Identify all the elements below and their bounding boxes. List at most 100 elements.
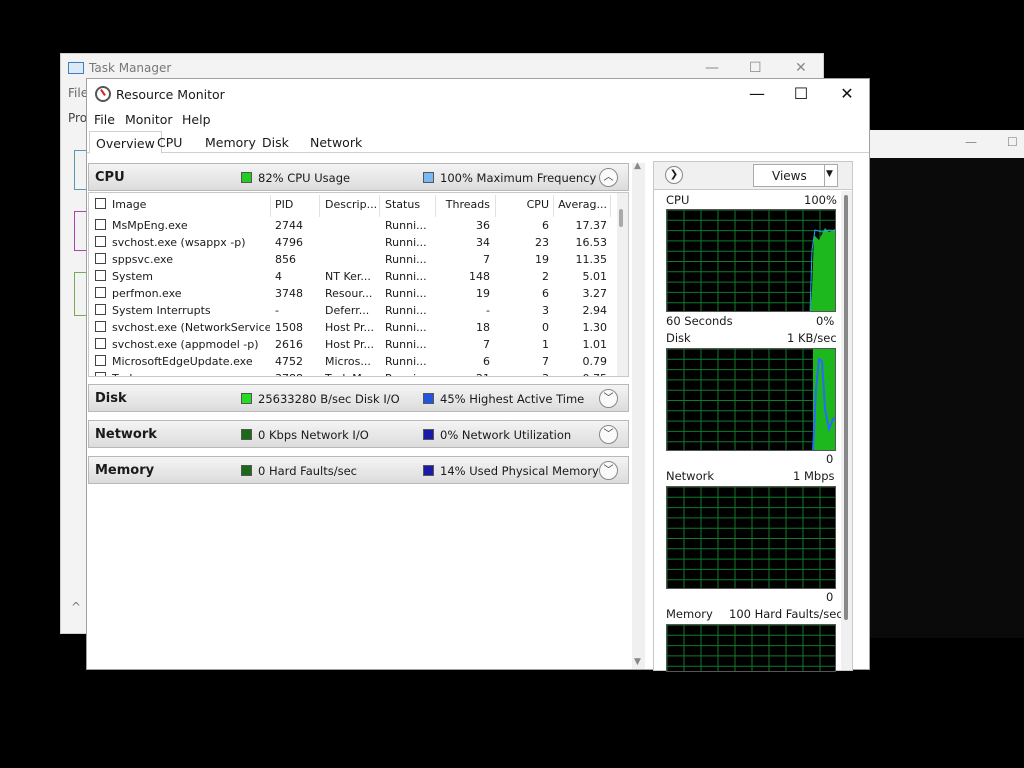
minimize-icon[interactable]: — <box>965 135 977 149</box>
collapse-chevron-icon[interactable]: ︿ <box>599 168 618 187</box>
row-checkbox[interactable] <box>95 270 106 281</box>
active-time-text: 45% Highest Active Time <box>440 392 585 406</box>
graph-pane-scrollbar[interactable] <box>841 191 852 670</box>
table-scrollbar[interactable] <box>617 193 628 376</box>
tab-disk[interactable]: Disk <box>262 135 289 150</box>
cell-image: svchost.exe (wsappx -p) <box>112 236 246 249</box>
physical-memory-swatch <box>423 465 434 476</box>
table-row[interactable]: MicrosoftEdgeUpdate.exe 4752 Micros... Runn… <box>89 353 619 370</box>
maximize-button[interactable]: ☐ <box>781 83 821 105</box>
table-row[interactable]: Taskmgr.exe 3788 Task M... Runni... 21 3 0.75 <box>89 370 619 376</box>
menu-help[interactable]: Help <box>182 112 211 127</box>
menu-file[interactable]: File <box>94 112 115 127</box>
table-row[interactable]: System Interrupts - Deferr... Runni... - 3 2.9… <box>89 302 619 319</box>
select-all-checkbox[interactable] <box>95 198 106 209</box>
row-checkbox[interactable] <box>95 304 106 315</box>
graph-grid <box>667 625 835 671</box>
row-checkbox[interactable] <box>95 287 106 298</box>
cell-image: System Interrupts <box>112 304 211 317</box>
disk-io-text: 25633280 B/sec Disk I/O <box>258 392 400 406</box>
row-checkbox[interactable] <box>95 355 106 366</box>
tab-cpu[interactable]: CPU <box>157 135 182 150</box>
close-button[interactable]: ✕ <box>827 83 867 105</box>
disk-section-header[interactable]: Disk 25633280 B/sec Disk I/O 45% Highest… <box>88 384 629 412</box>
views-dropdown[interactable]: Views ▼ <box>753 164 838 187</box>
cell-pid: 3788 <box>275 372 317 376</box>
tab-memory[interactable]: Memory <box>205 135 256 150</box>
memory-section-header[interactable]: Memory 0 Hard Faults/sec 14% Used Physic… <box>88 456 629 484</box>
row-checkbox[interactable] <box>95 253 106 264</box>
cpu-graph-time: 60 Seconds <box>666 314 733 328</box>
menu-monitor[interactable]: Monitor <box>125 112 173 127</box>
row-checkbox[interactable] <box>95 219 106 230</box>
expand-chevron-icon[interactable]: ﹀ <box>599 425 618 444</box>
cell-average: 5.01 <box>582 270 608 283</box>
cell-status: Runni... <box>385 338 427 351</box>
row-checkbox[interactable] <box>95 372 106 376</box>
table-row[interactable]: perfmon.exe 3748 Resour... Runni... 19 6 3.27 <box>89 285 619 302</box>
row-checkbox[interactable] <box>95 338 106 349</box>
task-manager-tab[interactable]: Pro <box>68 111 87 125</box>
scroll-up-icon[interactable]: ▲ <box>634 161 641 171</box>
cpu-graph-label: CPU <box>666 193 690 207</box>
maximize-icon[interactable]: ☐ <box>749 60 762 76</box>
column-header-description[interactable]: Descrip... <box>325 198 377 211</box>
scrollbar-thumb[interactable] <box>619 209 623 227</box>
cell-average: 1.01 <box>582 338 608 351</box>
cell-threads: 7 <box>483 338 490 351</box>
cell-pid: 4796 <box>275 236 303 249</box>
cell-average: 0.75 <box>557 372 608 376</box>
column-header-threads[interactable]: Threads <box>437 198 490 211</box>
graph-pane: ❯ Views ▼ CPU 100% 60 Seconds 0% Disk 1 … <box>653 161 853 672</box>
tab-network[interactable]: Network <box>310 135 362 150</box>
tab-bar: Overview CPU Memory Disk Network <box>87 129 869 154</box>
row-checkbox[interactable] <box>95 236 106 247</box>
cell-image: svchost.exe (appmodel -p) <box>112 338 259 351</box>
task-manager-title: Task Manager <box>89 61 172 75</box>
tab-overview[interactable]: Overview <box>89 131 162 154</box>
disk-graph <box>666 348 836 451</box>
disk-io-swatch <box>241 393 252 404</box>
cell-cpu: 2 <box>542 270 549 283</box>
active-time-swatch <box>423 393 434 404</box>
perf-tile[interactable] <box>74 272 86 316</box>
table-row[interactable]: System 4 NT Ker... Runni... 148 2 5.01 <box>89 268 619 285</box>
column-header-image[interactable]: Image <box>112 198 146 211</box>
fewer-details-chevron-icon[interactable]: ^ <box>71 600 81 614</box>
table-row[interactable]: svchost.exe (NetworkService... 1508 Host P… <box>89 319 619 336</box>
cell-status: Runni... <box>385 270 427 283</box>
cell-pid: 4 <box>275 270 282 283</box>
expand-pane-icon[interactable]: ❯ <box>665 166 683 184</box>
chevron-down-icon[interactable]: ▼ <box>826 169 833 179</box>
minimize-icon[interactable]: — <box>705 60 719 76</box>
table-row[interactable]: sppsvc.exe 856 Runni... 7 19 11.35 <box>89 251 619 268</box>
network-utilization-swatch <box>423 429 434 440</box>
table-row[interactable]: svchost.exe (appmodel -p) 2616 Host Pr... R… <box>89 336 619 353</box>
network-graph-canvas <box>667 487 835 588</box>
close-icon[interactable]: ✕ <box>795 60 807 76</box>
network-section-header[interactable]: Network 0 Kbps Network I/O 0% Network Ut… <box>88 420 629 448</box>
scroll-down-icon[interactable]: ▼ <box>634 657 641 667</box>
maximize-icon[interactable]: ☐ <box>1007 135 1018 149</box>
memory-graph-max: 100 Hard Faults/sec <box>729 607 843 621</box>
cell-threads: 36 <box>476 219 490 232</box>
cell-cpu: 7 <box>542 355 549 368</box>
perf-tile[interactable] <box>74 150 86 190</box>
disk-graph-min: 0 <box>826 452 834 466</box>
table-row[interactable]: MsMpEng.exe 2744 Runni... 36 6 17.37 <box>89 217 619 234</box>
perf-tile[interactable] <box>74 211 86 251</box>
column-header-cpu[interactable]: CPU <box>497 198 549 211</box>
table-row[interactable]: svchost.exe (wsappx -p) 4796 Runni... 34 23 1… <box>89 234 619 251</box>
column-header-pid[interactable]: PID <box>275 198 293 211</box>
expand-chevron-icon[interactable]: ﹀ <box>599 389 618 408</box>
cell-threads: 18 <box>476 321 490 334</box>
row-checkbox[interactable] <box>95 321 106 332</box>
cpu-section-header[interactable]: CPU 82% CPU Usage 100% Maximum Frequency… <box>88 163 629 191</box>
left-pane-scrollbar[interactable]: ▲ ▼ <box>632 161 645 669</box>
cell-threads: 148 <box>469 270 490 283</box>
task-manager-icon <box>68 62 84 74</box>
expand-chevron-icon[interactable]: ﹀ <box>599 461 618 480</box>
column-header-average[interactable]: Averag... <box>557 198 607 211</box>
minimize-button[interactable]: — <box>737 83 777 105</box>
scrollbar-thumb[interactable] <box>844 195 848 620</box>
